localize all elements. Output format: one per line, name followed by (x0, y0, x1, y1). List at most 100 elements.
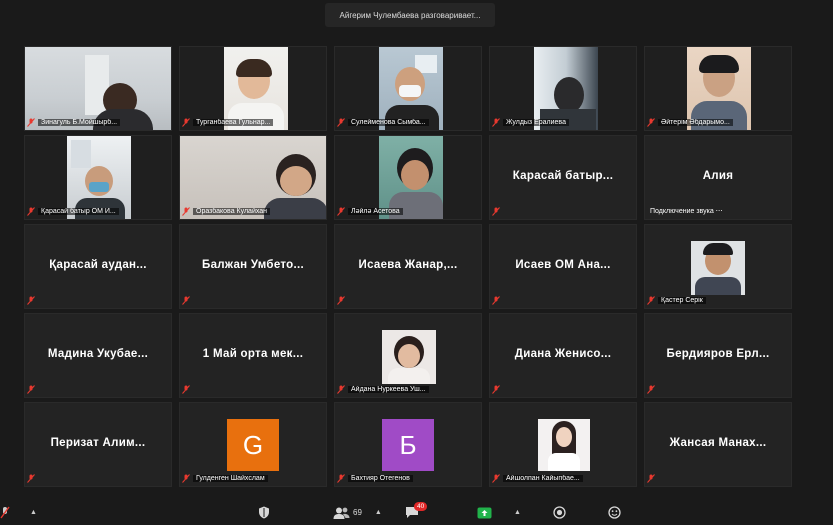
mic-muted-icon (182, 384, 190, 394)
participant-display-name: Балжан Умбето... (202, 259, 304, 271)
caret-up-icon[interactable]: ▲ (30, 509, 37, 516)
participant-tile[interactable]: Зинагуль Б.Мойшырб... (24, 46, 172, 131)
audio-connecting-status: Подключение звука ⋯ (650, 208, 723, 215)
participant-name: Айшолпан Кайыпбае... (503, 474, 583, 482)
participant-name: Жулдыз Ералиева (503, 118, 569, 126)
record-icon (553, 506, 566, 519)
participant-name: Ләйлә Асетова (348, 207, 403, 215)
participant-tile[interactable]: Жансая Манах... (644, 402, 792, 487)
participant-display-name: Перизат Алим... (50, 437, 146, 449)
participant-tile[interactable]: Оразбакова Кулайхан (179, 135, 327, 220)
reactions-icon (608, 506, 621, 519)
mic-muted-icon (337, 473, 345, 483)
participant-tile[interactable]: Әйтерім Әбдарымо... (644, 46, 792, 131)
participant-tile[interactable]: Алия Подключение звука ⋯ (644, 135, 792, 220)
participant-tile[interactable]: Исаева Жанар,... (334, 224, 482, 309)
security-button[interactable] (258, 505, 270, 520)
participant-tile[interactable]: Қарасай аудан... (24, 224, 172, 309)
mic-muted-icon (182, 206, 190, 216)
participant-name: Зинагуль Б.Мойшырб... (38, 118, 121, 126)
participant-name: Айдана Нуркеева Уш... (348, 385, 429, 393)
participant-tile[interactable]: Б Бахтияр Отегенов (334, 402, 482, 487)
participant-name: Қастер Серік (658, 296, 706, 304)
participants-icon (333, 507, 350, 519)
participant-tile[interactable]: Сулейменова Сымба... (334, 46, 482, 131)
participant-tile[interactable]: Қарасай батыр ОМ И... (24, 135, 172, 220)
mic-muted-icon (492, 206, 500, 216)
participants-count: 69 (353, 508, 362, 517)
mic-muted-icon (27, 384, 35, 394)
participant-display-name: Алия (702, 170, 734, 182)
participant-display-name: Қарасай аудан... (49, 259, 147, 271)
mic-muted-icon (27, 473, 35, 483)
mic-muted-icon (647, 117, 655, 127)
participants-button[interactable]: 69 ▲ (333, 505, 382, 520)
participant-tile[interactable]: Бердияров Ерл... (644, 313, 792, 398)
participant-name: Турганбаева Гульнар... (193, 118, 274, 126)
mic-muted-icon (647, 384, 655, 394)
mic-muted-icon (337, 206, 345, 216)
participant-name: Сулейменова Сымба... (348, 118, 429, 126)
mic-muted-icon (182, 473, 190, 483)
mic-muted-icon (492, 295, 500, 305)
chat-button[interactable]: 40 (405, 502, 428, 520)
participant-display-name: Жансая Манах... (669, 437, 767, 449)
mic-muted-icon (492, 384, 500, 394)
caret-up-icon[interactable]: ▲ (514, 509, 521, 516)
mic-muted-icon (492, 117, 500, 127)
participant-name: Гулденген Шайхслам (193, 474, 268, 482)
record-button[interactable] (553, 505, 566, 520)
chat-unread-badge: 40 (414, 502, 428, 511)
participant-tile[interactable]: Перизат Алим... (24, 402, 172, 487)
gallery-grid: Зинагуль Б.Мойшырб... Турганбаева Гульна… (24, 46, 794, 490)
participant-photo (382, 330, 436, 384)
mic-muted-icon (27, 206, 35, 216)
participant-tile[interactable]: Карасай батыр... (489, 135, 637, 220)
mic-muted-icon (182, 117, 190, 127)
mic-muted-icon (182, 295, 190, 305)
participant-display-name: Карасай батыр... (512, 170, 614, 182)
avatar: Б (382, 419, 434, 471)
caret-up-icon[interactable]: ▲ (375, 509, 382, 516)
mic-muted-icon (647, 473, 655, 483)
participant-tile[interactable]: Айдана Нуркеева Уш... (334, 313, 482, 398)
avatar: G (227, 419, 279, 471)
participant-tile[interactable]: Диана Женисо... (489, 313, 637, 398)
participant-tile[interactable]: G Гулденген Шайхслам (179, 402, 327, 487)
mic-muted-icon (647, 295, 655, 305)
participant-name: Әйтерім Әбдарымо... (658, 118, 733, 126)
participant-display-name: Мадина Укубае... (47, 348, 149, 360)
share-screen-button[interactable]: ▲ (477, 505, 521, 520)
share-screen-icon (477, 507, 492, 518)
speaking-banner: Айгерим Чулембаева разговаривает... (325, 3, 495, 27)
mic-muted-icon (0, 506, 10, 519)
participant-tile[interactable]: Исаев ОМ Ана... (489, 224, 637, 309)
security-shield-icon (259, 506, 269, 519)
participant-tile[interactable]: Жулдыз Ералиева (489, 46, 637, 131)
participant-display-name: 1 Май орта мек... (202, 348, 304, 360)
mic-muted-icon (492, 473, 500, 483)
meeting-toolbar: ▲ 69 ▲ 40 ▲ (0, 500, 833, 525)
participant-tile[interactable]: Айшолпан Кайыпбае... (489, 402, 637, 487)
participant-name: Оразбакова Кулайхан (193, 207, 271, 215)
participant-tile[interactable]: 1 Май орта мек... (179, 313, 327, 398)
mic-muted-icon (337, 295, 345, 305)
participant-display-name: Бердияров Ерл... (666, 348, 770, 360)
participant-display-name: Диана Женисо... (514, 348, 612, 360)
mic-muted-icon (27, 117, 35, 127)
reactions-button[interactable] (608, 505, 621, 520)
participant-tile[interactable]: Қастер Серік (644, 224, 792, 309)
participant-tile[interactable]: Ләйлә Асетова (334, 135, 482, 220)
participant-name: Бахтияр Отегенов (348, 474, 413, 482)
participant-photo (538, 419, 590, 471)
mic-muted-icon (337, 384, 345, 394)
participant-tile[interactable]: Турганбаева Гульнар... (179, 46, 327, 131)
participant-tile[interactable]: Мадина Укубае... (24, 313, 172, 398)
mic-muted-icon (337, 117, 345, 127)
mute-button[interactable]: ▲ (0, 505, 37, 520)
mic-muted-icon (27, 295, 35, 305)
participant-photo (691, 241, 745, 295)
participant-tile[interactable]: Балжан Умбето... (179, 224, 327, 309)
participant-display-name: Исаев ОМ Ана... (515, 259, 611, 271)
participant-display-name: Исаева Жанар,... (358, 259, 458, 271)
